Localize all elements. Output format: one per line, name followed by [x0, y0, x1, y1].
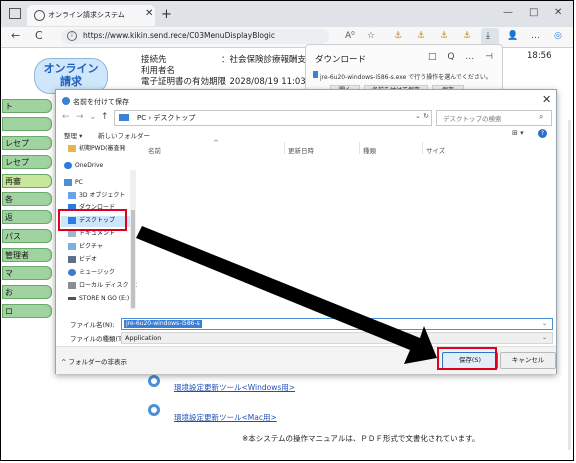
screenshot-border	[0, 0, 574, 461]
